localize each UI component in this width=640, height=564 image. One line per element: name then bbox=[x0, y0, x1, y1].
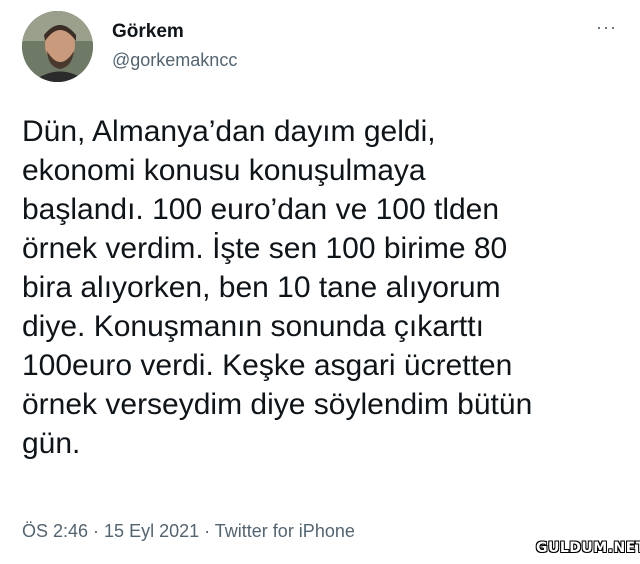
meta-separator: · bbox=[88, 521, 105, 541]
tweet-card: Görkem @gorkemakncc ··· Dün, Almanya’dan… bbox=[0, 0, 640, 564]
more-horizontal-icon[interactable]: ··· bbox=[596, 18, 622, 40]
tweet-time[interactable]: ÖS 2:46 bbox=[22, 521, 88, 541]
avatar-image bbox=[22, 11, 93, 82]
tweet-source[interactable]: Twitter for iPhone bbox=[215, 521, 355, 541]
tweet-meta: ÖS 2:46 · 15 Eyl 2021 · Twitter for iPho… bbox=[22, 521, 355, 542]
tweet-text: Dün, Almanya’dan dayım geldi, ekonomi ko… bbox=[22, 115, 533, 460]
avatar[interactable] bbox=[22, 11, 93, 82]
display-name[interactable]: Görkem bbox=[112, 21, 184, 43]
meta-separator: · bbox=[199, 521, 215, 541]
watermark: GULDUM.NET bbox=[536, 540, 640, 556]
user-handle[interactable]: @gorkemakncc bbox=[112, 50, 237, 71]
tweet-date[interactable]: 15 Eyl 2021 bbox=[104, 521, 199, 541]
